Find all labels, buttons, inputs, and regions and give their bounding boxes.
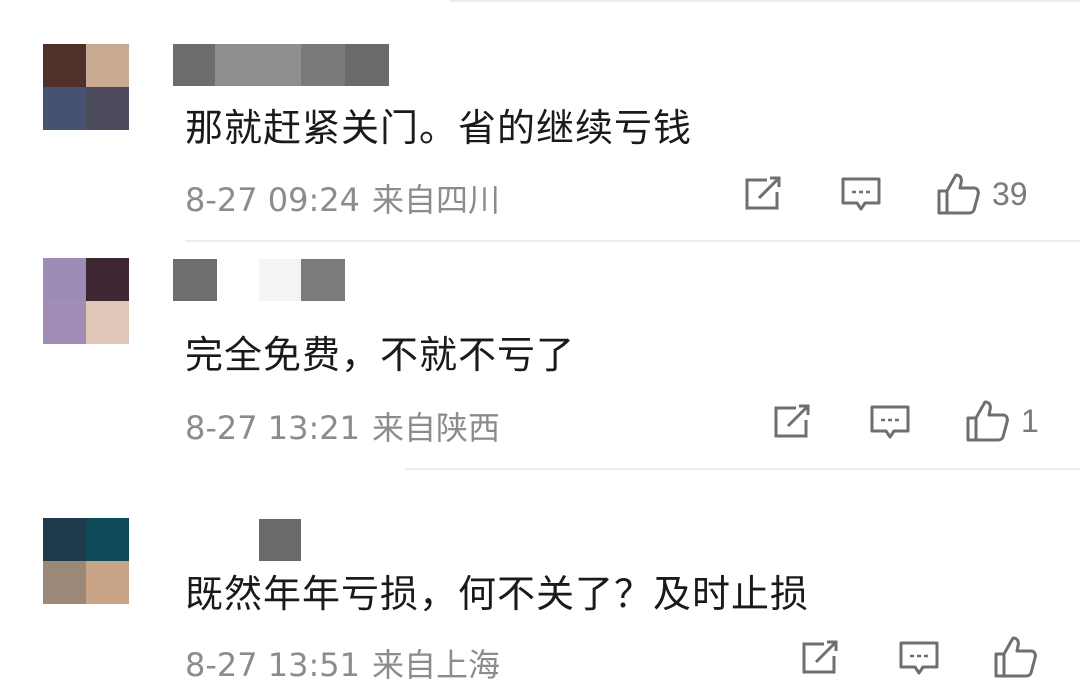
avatar-tile	[43, 87, 86, 130]
comment-meta: 8-27 09:24 来自四川	[185, 175, 500, 221]
avatar-tile	[86, 518, 129, 561]
like-button[interactable]: 1	[965, 399, 1039, 443]
avatar-tile	[43, 301, 86, 344]
reply-button[interactable]	[869, 404, 911, 442]
avatar-tile	[43, 44, 86, 87]
comment-item: 既然年年亏损，何不关了？及时止损 8-27 13:51 来自上海	[0, 468, 1080, 686]
comment-icon	[870, 405, 910, 439]
comment-meta: 8-27 13:21 来自陕西	[185, 403, 500, 449]
comment-location: 来自陕西	[372, 409, 501, 447]
comment-icon	[841, 177, 881, 211]
username-blurred[interactable]	[173, 259, 345, 301]
avatar-tile	[43, 561, 86, 604]
avatar-tile	[43, 518, 86, 561]
comment-item: 那就赶紧关门。省的继续亏钱 8-27 09:24 来自四川 39	[0, 0, 1080, 240]
username-blurred[interactable]	[173, 44, 389, 86]
like-button[interactable]: 39	[936, 172, 1028, 216]
comment-meta: 8-27 13:51 来自上海	[185, 640, 500, 686]
like-button[interactable]	[993, 635, 1049, 679]
share-icon	[802, 640, 838, 674]
comment-date: 8-27 13:21	[185, 409, 361, 447]
avatar-tile	[43, 258, 86, 301]
avatar[interactable]	[43, 258, 129, 344]
thumbs-up-icon	[994, 636, 1037, 678]
reply-button[interactable]	[898, 640, 940, 678]
comment-text: 既然年年亏损，何不关了？及时止损	[185, 572, 810, 616]
avatar-tile	[86, 258, 129, 301]
comment-location: 来自上海	[372, 646, 501, 684]
comment-location: 来自四川	[372, 181, 501, 219]
comment-date: 8-27 09:24	[185, 181, 361, 219]
comment-item: 完全免费，不就不亏了 8-27 13:21 来自陕西 1	[0, 240, 1080, 468]
share-button[interactable]	[800, 640, 840, 676]
comment-text: 那就赶紧关门。省的继续亏钱	[185, 106, 693, 150]
like-count: 39	[992, 175, 1028, 212]
username-blurred[interactable]	[173, 519, 301, 561]
avatar-tile	[86, 561, 129, 604]
share-button[interactable]	[743, 176, 783, 212]
avatar-tile	[86, 44, 129, 87]
share-icon	[745, 176, 781, 210]
thumbs-up-icon	[937, 173, 980, 215]
thumbs-up-icon	[966, 400, 1009, 442]
avatar-tile	[86, 301, 129, 344]
reply-button[interactable]	[840, 176, 882, 214]
share-icon	[774, 404, 810, 438]
share-button[interactable]	[772, 404, 812, 440]
comment-icon	[899, 641, 939, 675]
like-count: 1	[1021, 402, 1039, 439]
comment-text: 完全免费，不就不亏了	[185, 333, 576, 377]
avatar[interactable]	[43, 518, 129, 604]
comment-date: 8-27 13:51	[185, 646, 361, 684]
avatar-tile	[86, 87, 129, 130]
avatar[interactable]	[43, 44, 129, 130]
